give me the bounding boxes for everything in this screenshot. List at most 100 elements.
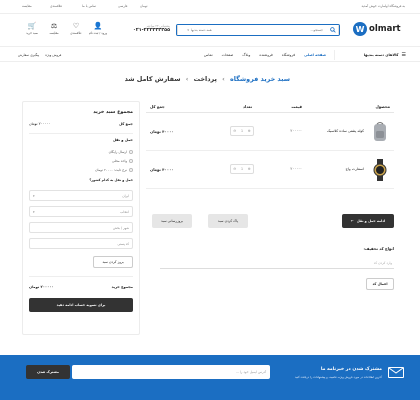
header-cart[interactable]: 🛒 سبد خرید	[22, 22, 42, 40]
zip-field[interactable]: کد پستی	[29, 238, 133, 249]
update-totals-label: بروز کردن سبد	[102, 260, 124, 264]
product-name[interactable]: کوله پشتی ساده کلاسیک	[327, 129, 364, 133]
step-cart[interactable]: سبد خرید فروشگاه	[230, 75, 290, 83]
currency-selector[interactable]: تومان	[140, 4, 148, 8]
radio-icon[interactable]	[129, 150, 133, 154]
update-cart-button[interactable]: بروزرسانی سبد	[152, 214, 192, 228]
newsletter-subtitle: آخرین اطلاعات در مورد فروش ویژه، تخفیف و…	[295, 375, 382, 379]
menu-icon: ☰	[401, 52, 406, 58]
support-phone: پشتیبانی ۲۴ ساعته ۰۲۱-۲۲۲۳۳۴۴۵۵	[118, 24, 170, 36]
categories-button[interactable]: ☰ کالاهای دسته بندیها	[334, 50, 406, 60]
wishlist-label: علاقمندی	[70, 31, 82, 35]
product-price: ۲۰۰۰۰۰	[290, 129, 302, 133]
subscribe-button[interactable]: مشترک شدن	[26, 365, 70, 379]
coupon-title: انواع کد تخفیف:	[363, 246, 394, 251]
step-complete: سفارش کامل شد	[124, 75, 181, 83]
summary-total: مجموع خرید ۲۰۰۰۰۰ تومان	[29, 285, 133, 289]
nav-item-shop[interactable]: فروشگاه	[282, 53, 295, 57]
clear-cart-button[interactable]: پاک کردن سبد	[208, 214, 248, 228]
total-label: مجموع خرید	[111, 285, 133, 289]
city-placeholder: شهر / بخش	[112, 226, 129, 230]
nav-item-pages[interactable]: صفحات	[222, 53, 234, 57]
subscribe-label: مشترک شدن	[37, 370, 59, 374]
cart-label: سبد خرید	[26, 31, 38, 35]
newsletter-email-input[interactable]: آدرس ایمیل خود را ...	[72, 365, 270, 379]
newsletter-title: مشترک شدن در خبرنامه ما	[320, 367, 382, 372]
checkout-button[interactable]: برای تسویه حساب ادامه دهید	[29, 298, 133, 312]
nav-right-links: فروش ویژه پیگیری سفارش	[18, 50, 61, 60]
product-name[interactable]: اسمارت واچ	[346, 167, 365, 171]
nav-item-vendor[interactable]: فروشنده	[259, 53, 272, 57]
search-input[interactable]	[221, 25, 327, 35]
quantity-stepper[interactable]: ⊕ 1 ⊖	[230, 164, 254, 174]
chevron-left-icon: ›	[222, 75, 225, 83]
product-image-watch[interactable]	[370, 159, 390, 181]
quantity-value: 1	[240, 167, 244, 171]
col-product: محصول	[375, 104, 390, 109]
product-image-backpack[interactable]	[370, 121, 390, 143]
topbar-link-compare[interactable]: مقایسه	[22, 4, 32, 8]
shipping-option-label: واحد محلی	[111, 159, 127, 163]
topbar-link-contact[interactable]: تماس با ما	[82, 4, 96, 8]
subtotal-value: ۲۰۰۰۰۰ تومان	[29, 122, 51, 126]
search-icon	[329, 27, 336, 33]
nav-item-contact[interactable]: تماس	[204, 53, 213, 57]
radio-icon[interactable]	[129, 159, 133, 163]
header-user[interactable]: 👤 ورود / ثبت نام	[88, 22, 108, 40]
chevron-down-icon: ▾	[33, 210, 35, 214]
country-value: ایران	[122, 194, 129, 198]
update-totals-button[interactable]: بروز کردن سبد	[93, 256, 133, 268]
compare-icon: ⚖	[50, 22, 58, 30]
compare-label: مقایسه	[49, 31, 59, 35]
quantity-value: 1	[240, 129, 244, 133]
col-total: جمع کل	[150, 104, 165, 109]
site-logo[interactable]: olmart W	[353, 21, 405, 37]
product-total: ۴۰۰۰۰ تومان	[150, 129, 174, 134]
cart-summary: مجموع سبد خرید جمع کل ۲۰۰۰۰۰ تومان حمل و…	[22, 101, 140, 335]
language-selector[interactable]: فارسی	[118, 4, 127, 8]
search-bar: همه دسته بندیها ▾	[176, 24, 340, 36]
minus-icon[interactable]: ⊖	[233, 129, 236, 133]
summary-title: مجموع سبد خرید	[93, 110, 133, 115]
nav-item-blog[interactable]: وبلاگ	[242, 53, 250, 57]
apply-coupon-button[interactable]: اعمال کد	[366, 278, 394, 290]
continue-shipping-button[interactable]: ادامه حمل و نقل ←	[342, 214, 394, 228]
search-category-select[interactable]: همه دسته بندیها ▾	[177, 25, 221, 35]
nav-link-special-sale[interactable]: فروش ویژه	[45, 53, 61, 57]
shipping-option-label: ارسال رایگان	[108, 150, 127, 154]
quantity-stepper[interactable]: ⊕ 1 ⊖	[230, 126, 254, 136]
shipping-heading: حمل و نقل	[29, 138, 133, 142]
phone-number[interactable]: ۰۲۱-۲۲۲۳۳۴۴۵۵	[118, 28, 170, 33]
coupon-input[interactable]: وارد کردن کد	[160, 257, 394, 269]
top-bar: به فروشگاه اولمارت خوش آمدید مقایسه علاق…	[0, 0, 420, 14]
product-total: ۴۰۰۰۰ تومان	[150, 167, 174, 172]
country-select[interactable]: ایران ▾	[29, 190, 133, 201]
shipping-option-free[interactable]: ارسال رایگان	[109, 150, 133, 154]
step-checkout[interactable]: پرداخت	[194, 75, 217, 83]
plus-icon[interactable]: ⊕	[248, 167, 251, 171]
shipping-option-flat[interactable]: نرخ ثابت: ۲۰۰۰۰ تومان	[95, 168, 133, 172]
chevron-left-icon: ›	[185, 75, 189, 83]
shipping-label: حمل و نقل	[112, 138, 133, 142]
state-select[interactable]: انتخاب ▾	[29, 206, 133, 217]
header-wishlist[interactable]: ♡ علاقمندی	[66, 22, 86, 40]
arrow-left-icon: ←	[350, 219, 354, 223]
shipping-option-local[interactable]: واحد محلی	[112, 159, 133, 163]
topbar-link-wishlist[interactable]: علاقمندی	[50, 4, 62, 8]
nav-link-track-order[interactable]: پیگیری سفارش	[18, 53, 39, 57]
main-nav: ☰ کالاهای دسته بندیها صفحه اصلی فروشگاه …	[0, 46, 420, 62]
continue-shipping-label: ادامه حمل و نقل	[356, 219, 386, 223]
search-category-label: همه دسته بندیها	[190, 28, 212, 32]
zip-placeholder: کد پستی	[117, 242, 129, 246]
radio-icon[interactable]	[129, 168, 133, 172]
divider	[29, 276, 133, 277]
header-compare[interactable]: ⚖ مقایسه	[44, 22, 64, 40]
nav-item-home[interactable]: صفحه اصلی	[304, 53, 326, 57]
city-field[interactable]: شهر / بخش	[29, 222, 133, 233]
product-price: ۲۰۰۰۰۰	[290, 167, 302, 171]
search-button[interactable]	[327, 25, 339, 35]
newsletter-footer: مشترک شدن در خبرنامه ما آخرین اطلاعات در…	[0, 355, 420, 400]
cart-row: کوله پشتی ساده کلاسیک ۲۰۰۰۰۰ ⊕ 1 ⊖ ۴۰۰۰۰…	[146, 113, 394, 151]
minus-icon[interactable]: ⊖	[233, 167, 236, 171]
plus-icon[interactable]: ⊕	[248, 129, 251, 133]
